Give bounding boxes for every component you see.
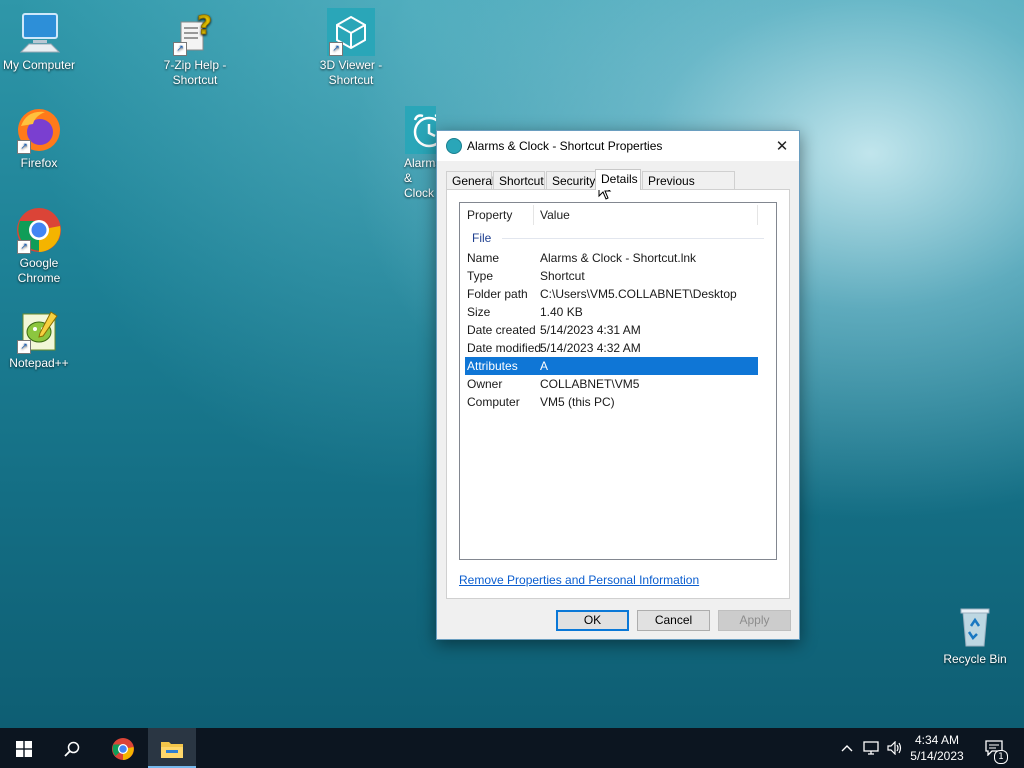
chrome-icon — [112, 737, 134, 760]
firefox-icon: ↗ — [15, 106, 63, 154]
action-center-button[interactable]: 1 — [980, 728, 1008, 768]
group-divider — [502, 238, 764, 239]
table-row[interactable]: Computer VM5 (this PC) — [465, 393, 758, 411]
desktop-icon-label: Notepad++ — [9, 356, 69, 370]
desktop-icon-3d-viewer[interactable]: ↗ 3D Viewer - Shortcut — [311, 8, 391, 88]
properties-dialog: Alarms & Clock - Shortcut Properties ✕ G… — [436, 130, 800, 640]
desktop-icon-label: Firefox — [20, 156, 58, 170]
desktop-icon-label: Recycle Bin — [943, 652, 1007, 666]
clock-date: 5/14/2023 — [910, 749, 964, 763]
desktop-icon-label: My Computer — [2, 58, 76, 72]
show-hidden-icons-button[interactable] — [838, 728, 856, 768]
column-divider[interactable] — [533, 205, 534, 225]
svg-text:?: ? — [197, 11, 212, 41]
apply-button[interactable]: Apply — [718, 610, 791, 631]
taskbar-file-explorer[interactable] — [148, 728, 196, 768]
table-row[interactable]: Size 1.40 KB — [465, 303, 758, 321]
search-icon — [64, 741, 80, 757]
recycle-bin-icon — [951, 602, 999, 650]
speaker-icon — [887, 740, 902, 755]
cube-icon: ↗ — [327, 8, 375, 56]
tab-previous-versions[interactable]: Previous Versions — [642, 171, 735, 206]
shortcut-arrow-icon: ↗ — [17, 140, 31, 154]
remove-properties-link[interactable]: Remove Properties and Personal Informati… — [459, 573, 699, 587]
details-panel: Property Value File Name Alarms & Clock -… — [446, 189, 790, 599]
notification-count-badge: 1 — [994, 750, 1008, 764]
desktop-icon-my-computer[interactable]: My Computer — [0, 8, 79, 73]
folder-icon — [161, 741, 183, 758]
alarm-clock-icon — [405, 106, 436, 154]
close-button[interactable]: ✕ — [765, 131, 799, 161]
computer-icon — [15, 8, 63, 56]
tab-shortcut[interactable]: Shortcut — [493, 171, 545, 189]
column-header-value[interactable]: Value — [540, 203, 750, 227]
tab-details[interactable]: Details — [595, 169, 641, 190]
table-row[interactable]: Date modified 5/14/2023 4:32 AM — [465, 339, 758, 357]
shortcut-arrow-icon: ↗ — [17, 240, 31, 254]
alarm-clock-icon — [446, 138, 462, 154]
taskbar-chrome[interactable] — [99, 728, 147, 768]
table-row-selected[interactable]: Attributes A — [465, 357, 758, 375]
desktop-icon-label: 3D Viewer - Shortcut — [319, 58, 383, 87]
table-row[interactable]: Folder path C:\Users\VM5.COLLABNET\Deskto… — [465, 285, 758, 303]
clock-time: 4:34 AM — [914, 733, 960, 747]
desktop-icon-7zip-help[interactable]: ? ↗ 7-Zip Help - Shortcut — [155, 8, 235, 88]
table-row[interactable]: Owner COLLABNET\VM5 — [465, 375, 758, 393]
table-row[interactable]: Date created 5/14/2023 4:31 AM — [465, 321, 758, 339]
group-header-file: File — [472, 231, 492, 245]
chevron-up-icon — [841, 744, 853, 751]
taskbar: 4:34 AM 5/14/2023 1 — [0, 728, 1024, 768]
windows-logo-icon — [16, 740, 32, 757]
desktop-icon-label: 7-Zip Help - Shortcut — [163, 58, 227, 87]
network-icon — [863, 740, 879, 755]
desktop-icon-google-chrome[interactable]: ↗ Google Chrome — [0, 206, 79, 286]
desktop-icon-notepad-plus[interactable]: ↗ Notepad++ — [0, 306, 79, 371]
start-button[interactable] — [0, 728, 48, 768]
desktop-icon-alarms-clock[interactable]: Alarms & Clock — [388, 106, 436, 201]
shortcut-arrow-icon: ↗ — [17, 340, 31, 354]
details-list[interactable]: Property Value File Name Alarms & Clock -… — [459, 202, 777, 560]
desktop-icon-label: Google Chrome — [17, 256, 61, 285]
ok-button[interactable]: OK — [556, 610, 629, 631]
desktop-icon-firefox[interactable]: ↗ Firefox — [0, 106, 79, 171]
desktop-icon-recycle-bin[interactable]: Recycle Bin — [935, 602, 1015, 667]
notepad-plus-icon: ↗ — [15, 306, 63, 354]
network-button[interactable] — [860, 728, 882, 768]
search-button[interactable] — [48, 728, 96, 768]
column-header-property[interactable]: Property — [467, 203, 531, 227]
desktop-icon-label: Alarms & Clock — [404, 156, 436, 200]
tab-general[interactable]: General — [446, 171, 495, 189]
cancel-button[interactable]: Cancel — [637, 610, 710, 631]
taskbar-clock[interactable]: 4:34 AM 5/14/2023 — [902, 732, 972, 764]
help-file-icon: ? ↗ — [171, 8, 219, 56]
title-bar[interactable]: Alarms & Clock - Shortcut Properties ✕ — [437, 131, 799, 161]
shortcut-arrow-icon: ↗ — [329, 42, 343, 56]
table-row[interactable]: Name Alarms & Clock - Shortcut.lnk — [465, 249, 758, 267]
tab-security[interactable]: Security — [546, 171, 596, 189]
shortcut-arrow-icon: ↗ — [173, 42, 187, 56]
dialog-title: Alarms & Clock - Shortcut Properties — [467, 139, 663, 153]
chrome-icon: ↗ — [15, 206, 63, 254]
column-divider[interactable] — [757, 205, 758, 225]
table-row[interactable]: Type Shortcut — [465, 267, 758, 285]
